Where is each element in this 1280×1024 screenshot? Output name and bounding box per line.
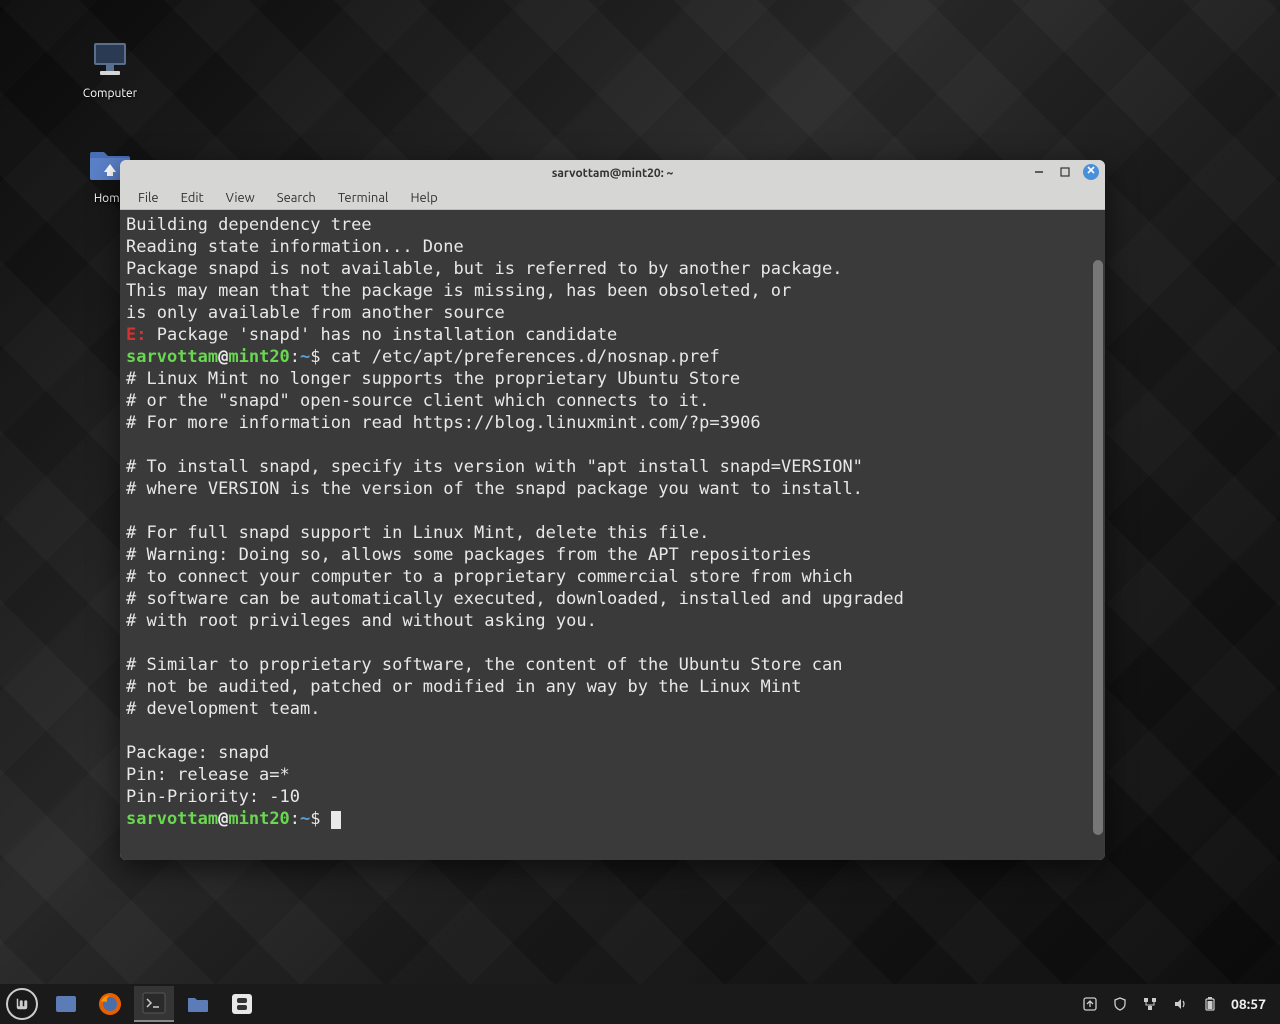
computer-icon [86,35,134,83]
terminal-output-line: Reading state information... Done [126,236,1099,258]
terminal-output-line [126,720,1099,742]
titlebar[interactable]: sarvottam@mint20: ~ [120,160,1105,186]
terminal-output-line: # For full snapd support in Linux Mint, … [126,522,1099,544]
desktop-icon-computer[interactable]: Computer [70,35,150,100]
show-desktop-button[interactable] [46,986,86,1022]
volume-tray-icon[interactable] [1171,995,1189,1013]
terminal-output-line: Building dependency tree [126,214,1099,236]
menubar: File Edit View Search Terminal Help [120,186,1105,210]
menu-help[interactable]: Help [400,189,447,207]
updates-tray-icon[interactable] [1081,995,1099,1013]
menu-edit[interactable]: Edit [171,189,214,207]
terminal-output-line: is only available from another source [126,302,1099,324]
scrollbar-thumb[interactable] [1093,260,1103,835]
terminal-output-line [126,434,1099,456]
terminal-output-line: # where VERSION is the version of the sn… [126,478,1099,500]
terminal-prompt-line: sarvottam@mint20:~$ [126,808,1099,830]
terminal-output-line [126,632,1099,654]
shield-tray-icon[interactable] [1111,995,1129,1013]
app-launcher[interactable] [222,986,262,1022]
menu-view[interactable]: View [216,189,265,207]
terminal-output-line: Pin-Priority: -10 [126,786,1099,808]
terminal-output-line: # Warning: Doing so, allows some package… [126,544,1099,566]
terminal-output-line: Package snapd is not available, but is r… [126,258,1099,280]
desktop-icon [54,994,78,1014]
menu-search[interactable]: Search [267,189,326,207]
firefox-icon [98,992,122,1016]
mint-logo-icon [13,995,31,1013]
terminal-output-line: Pin: release a=* [126,764,1099,786]
terminal-output-line: # with root privileges and without askin… [126,610,1099,632]
terminal-window: sarvottam@mint20: ~ File Edit View Searc… [120,160,1105,860]
terminal-output-line: Package: snapd [126,742,1099,764]
desktop-icon-label: Computer [70,87,150,100]
terminal-output-line: # development team. [126,698,1099,720]
terminal-output-line: # not be audited, patched or modified in… [126,676,1099,698]
taskbar-left [6,986,262,1022]
terminal-icon [142,992,166,1014]
taskbar: 08:57 [0,984,1280,1024]
cursor-icon [331,811,341,829]
app-icon [231,993,253,1015]
terminal-output-line: # Linux Mint no longer supports the prop… [126,368,1099,390]
terminal-output-line: # Similar to proprietary software, the c… [126,654,1099,676]
terminal-output-line [126,500,1099,522]
terminal-error-line: E: Package 'snapd' has no installation c… [126,324,1099,346]
minimize-button[interactable] [1031,164,1047,180]
menu-file[interactable]: File [128,189,169,207]
terminal-output-line: # For more information read https://blog… [126,412,1099,434]
firefox-launcher[interactable] [90,986,130,1022]
folder-icon [186,994,210,1014]
scrollbar[interactable] [1093,260,1103,858]
error-prefix: E: [126,325,146,345]
command-text: cat /etc/apt/preferences.d/nosnap.pref [321,347,720,367]
window-title: sarvottam@mint20: ~ [120,167,1105,180]
clock[interactable]: 08:57 [1231,996,1266,1012]
terminal-launcher[interactable] [134,986,174,1022]
network-tray-icon[interactable] [1141,995,1159,1013]
terminal-output-line: # To install snapd, specify its version … [126,456,1099,478]
terminal-prompt-line: sarvottam@mint20:~$ cat /etc/apt/prefere… [126,346,1099,368]
maximize-button[interactable] [1057,164,1073,180]
terminal-output-line: # software can be automatically executed… [126,588,1099,610]
desktop[interactable]: Computer Home sarvottam@mint20: ~ [0,0,1280,1024]
battery-tray-icon[interactable] [1201,995,1219,1013]
files-launcher[interactable] [178,986,218,1022]
terminal-output-line: # or the "snapd" open-source client whic… [126,390,1099,412]
close-button[interactable] [1083,164,1099,180]
terminal-output-line: This may mean that the package is missin… [126,280,1099,302]
window-controls [1031,164,1099,180]
terminal-body[interactable]: Building dependency tree Reading state i… [120,210,1105,860]
mint-menu-button[interactable] [6,988,38,1020]
terminal-output-line: # to connect your computer to a propriet… [126,566,1099,588]
system-tray: 08:57 [1081,995,1274,1013]
menu-terminal[interactable]: Terminal [328,189,399,207]
